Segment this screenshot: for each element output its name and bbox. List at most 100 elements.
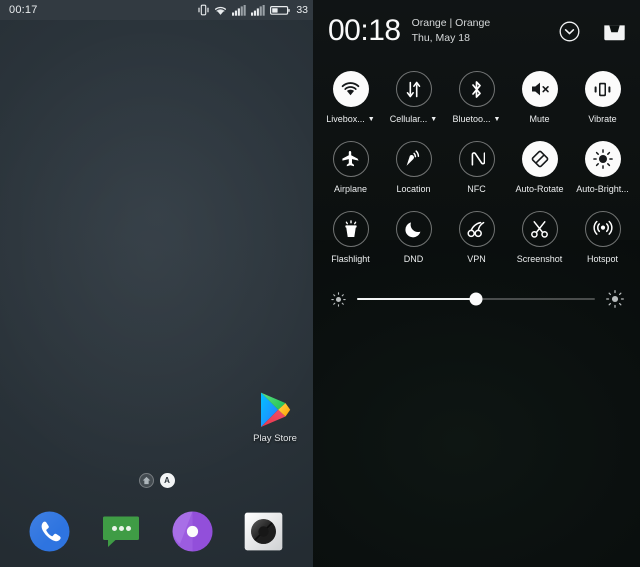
airplane-icon	[342, 151, 359, 167]
tile-label-wrap: Auto-Rotate	[515, 184, 563, 194]
tile-icon-wrap	[332, 141, 369, 177]
chevron-down-icon[interactable]: ▼	[368, 116, 375, 123]
tile-hotspot[interactable]: Hotspot	[571, 204, 634, 274]
qs-meta: Orange | Orange Thu, May 18	[411, 16, 491, 44]
app-icon-play-store[interactable]: Play Store	[249, 391, 301, 444]
qs-clock: 00:18	[328, 14, 401, 47]
qs-carrier-label: Orange | Orange	[411, 16, 491, 29]
tile-label: Airplane	[333, 184, 368, 194]
tile-icon-wrap	[521, 71, 558, 107]
tile-icon-wrap	[395, 71, 432, 107]
tile-livebox[interactable]: Livebox... ▼	[319, 64, 382, 134]
tile-label-wrap: VPN	[467, 254, 486, 264]
signal-sim2-icon	[251, 4, 266, 16]
flashlight-icon	[344, 219, 357, 237]
tile-label: Flashlight	[331, 254, 370, 264]
quick-settings-tiles: Livebox... ▼ Cellular... ▼ Bluetoo... ▼ …	[313, 62, 640, 274]
inbox-button[interactable]	[602, 19, 626, 43]
phone-icon	[29, 511, 70, 551]
tile-label-wrap: NFC	[467, 184, 486, 194]
tile-label-wrap: Location	[396, 184, 430, 194]
tile-cellular[interactable]: Cellular... ▼	[382, 64, 445, 134]
tile-screenshot[interactable]: Screenshot	[508, 204, 571, 274]
bluetooth-icon	[472, 80, 481, 98]
chevron-down-circle-icon	[559, 21, 579, 41]
expand-button[interactable]	[557, 19, 581, 43]
messaging-icon	[102, 516, 139, 547]
tile-icon-wrap	[332, 211, 369, 247]
wifi-icon	[214, 5, 227, 16]
qs-row-3: Flashlight DND VPN Screenshot Hotspot	[319, 204, 634, 274]
location-icon	[406, 150, 420, 166]
chevron-down-icon[interactable]: ▼	[430, 116, 437, 123]
tile-label-wrap: Flashlight	[331, 254, 370, 264]
dnd-moon-icon	[404, 222, 420, 238]
vibrate-icon	[198, 4, 209, 16]
tile-label: Auto-Bright...	[576, 184, 629, 194]
chevron-down-icon[interactable]: ▼	[494, 116, 501, 123]
tile-label-wrap: Vibrate	[588, 114, 616, 124]
tile-auto-rotate[interactable]: Auto-Rotate	[508, 134, 571, 204]
tile-bluetooth[interactable]: Bluetoo... ▼	[445, 64, 508, 134]
tile-airplane[interactable]: Airplane	[319, 134, 382, 204]
dock-item-messaging[interactable]	[99, 509, 143, 553]
tile-icon-wrap	[584, 71, 621, 107]
tile-icon-wrap	[458, 211, 495, 247]
dock-item-browser[interactable]	[170, 509, 214, 553]
tile-label-wrap: DND	[404, 254, 424, 264]
tile-label: DND	[403, 254, 424, 264]
tile-mute[interactable]: Mute	[508, 64, 571, 134]
tile-location[interactable]: Location	[382, 134, 445, 204]
auto-rotate-icon	[531, 150, 548, 168]
browser-icon	[172, 511, 213, 551]
tile-icon-wrap	[521, 141, 558, 177]
tile-flashlight[interactable]: Flashlight	[319, 204, 382, 274]
qs-date-label: Thu, May 18	[411, 31, 470, 44]
mute-icon	[531, 82, 549, 96]
tile-vibrate[interactable]: Vibrate	[571, 64, 634, 134]
tile-label-wrap: Screenshot	[517, 254, 563, 264]
tile-label: Location	[396, 184, 431, 194]
play-store-icon	[249, 391, 301, 429]
tile-icon-wrap	[584, 211, 621, 247]
tile-dnd[interactable]: DND	[382, 204, 445, 274]
dock-item-camera[interactable]	[241, 509, 285, 553]
signal-sim1-icon	[232, 4, 247, 16]
wifi-icon	[341, 82, 360, 96]
tile-label-wrap: Livebox... ▼	[326, 114, 374, 124]
vpn-icon	[466, 221, 484, 238]
status-bar: 00:17 33	[0, 0, 313, 20]
page-indicator-group: A	[0, 473, 313, 488]
tile-label: VPN	[467, 254, 486, 264]
brightness-slider-thumb[interactable]	[469, 292, 483, 306]
brightness-slider[interactable]	[357, 292, 595, 306]
scissors-icon	[531, 220, 548, 238]
tile-icon-wrap	[395, 141, 432, 177]
dual-screenshot-composite: 00:17 33 Play Store A 00:18 Orange | Ora…	[0, 0, 640, 567]
brightness-slider-fill	[357, 298, 476, 300]
home-page-indicator[interactable]	[138, 473, 154, 488]
app-page-indicator[interactable]: A	[159, 473, 175, 488]
home-icon	[142, 476, 150, 485]
tile-label-wrap: Cellular... ▼	[390, 114, 437, 124]
battery-icon	[270, 5, 291, 16]
dock-item-phone[interactable]	[28, 509, 72, 553]
cellular-icon	[406, 81, 421, 97]
tile-nfc[interactable]: NFC	[445, 134, 508, 204]
app-page-indicator-label: A	[164, 475, 170, 485]
status-bar-clock: 00:17	[9, 4, 38, 16]
quick-settings-panel: 00:18 Orange | Orange Thu, May 18 Livebo…	[313, 0, 640, 567]
tile-label: Bluetoo...	[452, 114, 491, 124]
app-label: Play Store	[253, 433, 297, 444]
tile-auto-brightness[interactable]: Auto-Bright...	[571, 134, 634, 204]
brightness-low-icon[interactable]	[331, 291, 346, 307]
brightness-control	[313, 274, 640, 308]
tile-label-wrap: Mute	[529, 114, 549, 124]
tile-label-wrap: Hotspot	[587, 254, 618, 264]
tile-label-wrap: Airplane	[334, 184, 367, 194]
tile-vpn[interactable]: VPN	[445, 204, 508, 274]
home-screen-panel: 00:17 33 Play Store A	[0, 0, 313, 567]
tile-label: Livebox...	[326, 114, 365, 124]
brightness-high-icon[interactable]	[606, 290, 624, 308]
tile-icon-wrap	[458, 71, 495, 107]
